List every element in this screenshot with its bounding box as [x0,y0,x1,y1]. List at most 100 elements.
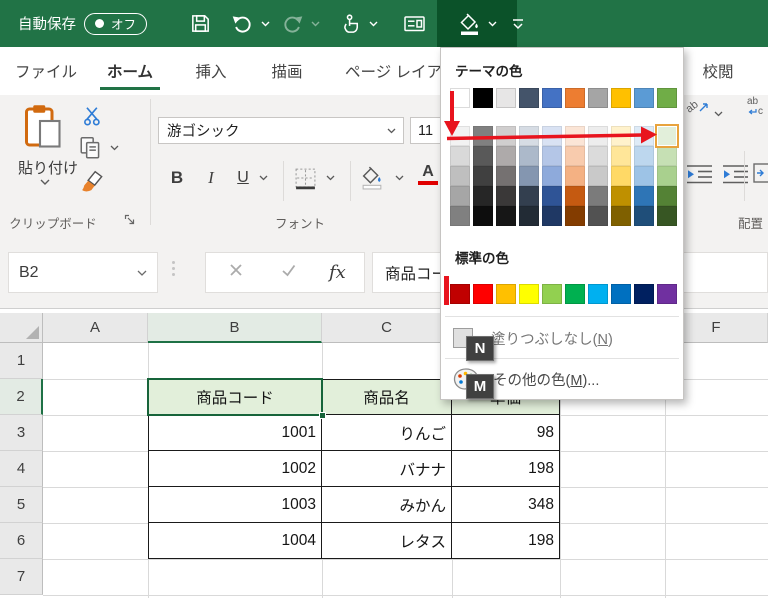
clipboard-dialog-launcher-icon[interactable] [124,214,137,227]
color-swatch[interactable] [496,126,516,146]
copy-chevron-icon[interactable] [110,145,119,151]
insert-function-icon[interactable]: fx [329,262,346,283]
cut-button[interactable] [82,105,104,127]
row-header-3[interactable]: 3 [0,415,43,451]
color-swatch[interactable] [588,88,608,108]
color-swatch[interactable] [611,206,631,226]
row-header-6[interactable]: 6 [0,523,43,559]
tab-file[interactable]: ファイル [14,47,78,95]
table-cell[interactable]: 1002 [148,451,322,487]
color-swatch[interactable] [450,186,470,206]
color-swatch[interactable] [519,284,539,304]
table-cell[interactable]: 348 [452,487,560,523]
borders-chevron-icon[interactable] [326,175,335,181]
tab-insert[interactable]: 挿入 [186,47,236,95]
font-color-button[interactable]: A [416,164,440,185]
autosave-toggle[interactable]: 自動保存 オフ [18,0,148,47]
color-swatch[interactable] [473,166,493,186]
color-swatch[interactable] [519,126,539,146]
paste-button[interactable] [20,101,66,153]
qat-overflow-button[interactable] [506,0,530,47]
color-swatch[interactable] [657,166,677,186]
color-swatch[interactable] [565,284,585,304]
color-swatch[interactable] [611,284,631,304]
color-swatch[interactable] [634,166,654,186]
color-swatch[interactable] [496,166,516,186]
color-swatch[interactable] [450,146,470,166]
color-swatch[interactable] [565,88,585,108]
confirm-icon[interactable] [280,262,297,283]
color-swatch[interactable] [657,146,677,166]
color-swatch[interactable] [450,126,470,146]
fill-color-qat-button[interactable] [437,0,517,47]
color-swatch[interactable] [588,126,608,146]
color-swatch[interactable] [657,186,677,206]
color-swatch[interactable] [542,146,562,166]
color-swatch[interactable] [588,206,608,226]
row-header-1[interactable]: 1 [0,343,43,379]
color-swatch[interactable] [634,126,654,146]
color-swatch[interactable] [496,206,516,226]
table-cell[interactable]: バナナ [322,451,452,487]
table-cell[interactable]: 1004 [148,523,322,559]
color-swatch[interactable] [588,186,608,206]
color-swatch[interactable] [565,166,585,186]
table-cell[interactable]: 98 [452,415,560,451]
color-swatch[interactable] [450,166,470,186]
color-swatch[interactable] [450,88,470,108]
color-swatch[interactable] [473,126,493,146]
color-swatch[interactable] [565,146,585,166]
table-header-cell[interactable]: 商品名 [322,379,452,415]
color-swatch[interactable] [588,166,608,186]
color-swatch[interactable] [496,284,516,304]
color-swatch[interactable] [657,284,677,304]
color-swatch[interactable] [565,206,585,226]
name-box[interactable]: B2 [8,252,158,293]
merge-center-button[interactable] [752,161,768,185]
underline-button[interactable]: U [230,163,256,193]
color-swatch[interactable] [542,186,562,206]
color-swatch[interactable] [473,186,493,206]
table-cell[interactable]: みかん [322,487,452,523]
color-swatch[interactable] [657,88,677,108]
color-swatch[interactable] [496,146,516,166]
row-header-5[interactable]: 5 [0,487,43,523]
row-header-2[interactable]: 2 [0,379,43,415]
orientation-chevron-icon[interactable] [714,111,723,117]
color-swatch[interactable] [657,126,677,146]
color-swatch[interactable] [634,206,654,226]
color-swatch[interactable] [634,284,654,304]
decrease-indent-button[interactable] [686,163,713,186]
tab-home[interactable]: ホーム [98,47,162,95]
bold-button[interactable]: B [164,163,190,193]
fill-color-chevron-icon[interactable] [395,175,404,181]
color-swatch[interactable] [542,88,562,108]
table-cell[interactable]: りんご [322,415,452,451]
row-header-7[interactable]: 7 [0,559,43,595]
color-swatch[interactable] [611,186,631,206]
color-swatch[interactable] [565,186,585,206]
wrap-text-icon[interactable]: ab c [747,97,763,117]
column-header-B[interactable]: B [148,313,322,343]
color-swatch[interactable] [542,206,562,226]
cancel-icon[interactable] [228,262,244,283]
color-swatch[interactable] [634,146,654,166]
save-button[interactable] [185,0,216,47]
table-cell[interactable]: 1003 [148,487,322,523]
paste-chevron-icon[interactable] [40,179,50,186]
tab-draw[interactable]: 描画 [262,47,312,95]
touch-mode-button[interactable] [336,0,382,47]
color-swatch[interactable] [519,146,539,166]
color-swatch[interactable] [634,186,654,206]
color-swatch[interactable] [450,206,470,226]
color-swatch[interactable] [657,206,677,226]
table-cell[interactable]: 198 [452,451,560,487]
table-cell[interactable]: 198 [452,523,560,559]
color-swatch[interactable] [473,206,493,226]
formula-bar-resize-handle[interactable] [172,261,175,276]
column-header-A[interactable]: A [43,313,148,343]
select-all-corner[interactable] [0,313,43,343]
table-cell[interactable]: 1001 [148,415,322,451]
color-swatch[interactable] [565,126,585,146]
color-swatch[interactable] [473,146,493,166]
